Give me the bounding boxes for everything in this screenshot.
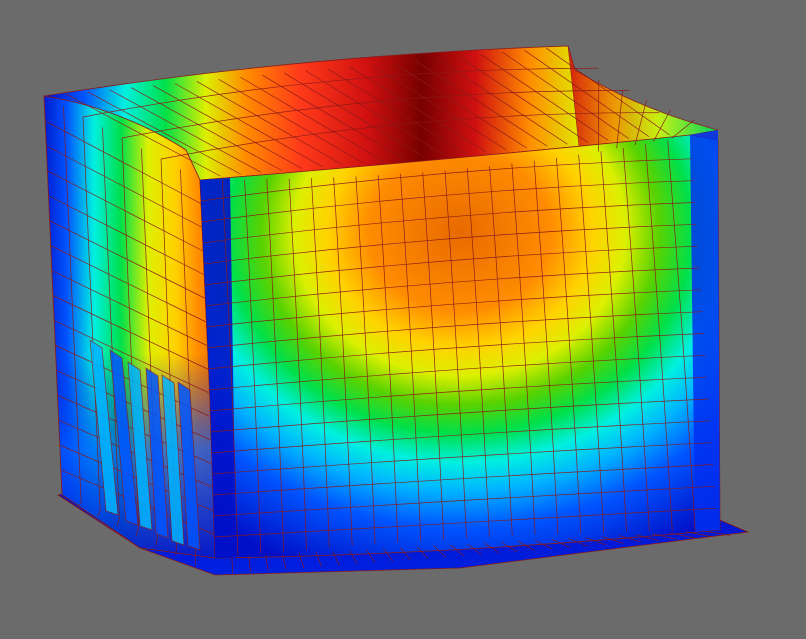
right-edge-band	[690, 130, 720, 532]
3d-viewport[interactable]	[0, 0, 806, 639]
fem-contour-plot	[43, 45, 750, 576]
front-wall	[200, 135, 720, 558]
